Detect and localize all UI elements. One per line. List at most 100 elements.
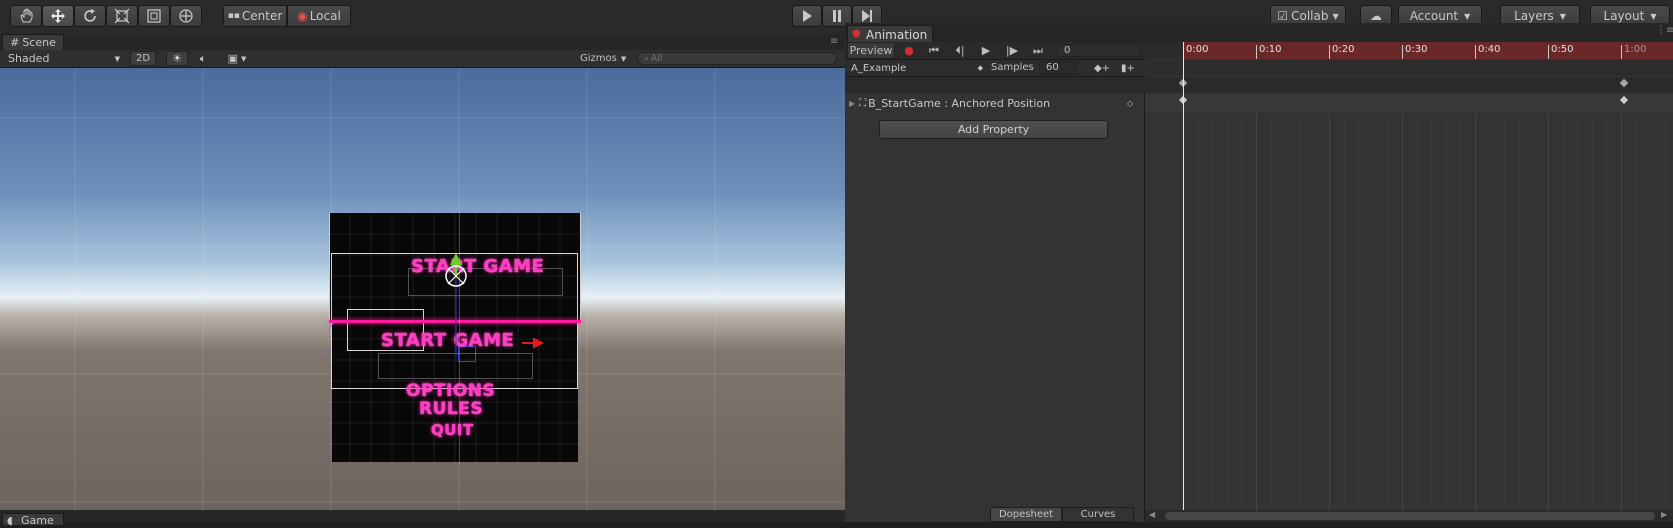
chevron-down-icon: ▼ <box>241 54 247 63</box>
tab-curves[interactable]: Curves <box>1062 507 1134 522</box>
timeline-grid-line <box>1212 114 1214 510</box>
hierarchy-search-input[interactable]: ⌕ All <box>637 52 837 65</box>
timeline-tick-mark <box>1475 45 1476 59</box>
preview-label: Preview <box>849 44 893 57</box>
image-icon: ▣ <box>227 52 238 65</box>
add-property-label: Add Property <box>957 123 1030 136</box>
timeline-ruler[interactable]: 0:00 0:10 0:20 0:30 0:40 0:50 1:00 <box>1145 42 1673 59</box>
hand-tool-button[interactable] <box>10 5 42 27</box>
shading-mode-dropdown[interactable]: Shaded ▼ <box>4 51 124 66</box>
frame-field[interactable]: 0 <box>1057 44 1141 57</box>
tab-scene[interactable]: # Scene <box>2 34 64 50</box>
gizmos-dropdown[interactable]: Gizmos ▼ <box>580 51 636 66</box>
timeline-tick-label: 0:40 <box>1478 44 1501 55</box>
search-placeholder: All <box>651 53 663 64</box>
2d-mode-toggle[interactable]: 2D <box>130 51 156 66</box>
frame-value: 0 <box>1064 45 1071 56</box>
audio-toggle[interactable]: 🔈︎ <box>192 51 214 66</box>
timeline-scrollbar-thumb[interactable] <box>1165 512 1655 520</box>
transform-tool-icon <box>179 9 193 23</box>
rect-tool-button[interactable] <box>138 5 170 27</box>
account-label: Account <box>1409 9 1459 23</box>
add-event-icon: ▮+ <box>1121 62 1135 74</box>
move-tool-button[interactable] <box>42 5 74 27</box>
scroll-right-icon[interactable]: ▶ <box>1661 510 1667 519</box>
keyframe-diamond-icon: ◇ <box>1127 99 1134 108</box>
anchor-handle[interactable] <box>318 318 348 358</box>
preview-toggle[interactable]: Preview <box>847 42 895 59</box>
cloud-icon: ☁ <box>1370 9 1382 23</box>
timeline-tick-label: 0:20 <box>1332 44 1355 55</box>
step-icon <box>862 10 872 22</box>
timeline-grid-line <box>1226 114 1228 510</box>
play-animation-button[interactable]: ▶ <box>973 42 999 59</box>
layers-label: Layers <box>1514 9 1554 23</box>
timeline-grid-line <box>1431 114 1433 510</box>
timeline-grid-line <box>1329 114 1330 510</box>
menu-rules[interactable]: RULES <box>419 399 483 419</box>
timeline-grid-line <box>1197 114 1199 510</box>
scene-tab-label: Scene <box>22 36 56 49</box>
timeline-grid-line <box>1664 114 1666 510</box>
menu-options[interactable]: OPTIONS <box>406 381 495 401</box>
chevron-down-icon: ▼ <box>1559 11 1566 21</box>
game-tab-bar <box>0 510 845 522</box>
rotate-tool-button[interactable] <box>74 5 106 27</box>
scene-hash-icon: # <box>10 36 20 49</box>
scroll-left-icon[interactable]: ◀ <box>1149 510 1155 519</box>
transform-tool-button[interactable] <box>170 5 202 27</box>
samples-field[interactable]: 60 <box>1039 61 1077 75</box>
timeline-tick-label: 0:50 <box>1551 44 1574 55</box>
timeline-tick-mark <box>1621 45 1622 59</box>
curves-label: Curves <box>1080 509 1116 520</box>
hand-tool-icon <box>20 8 33 23</box>
animation-icon: ● <box>852 28 861 39</box>
rect-tool-icon <box>147 9 161 23</box>
timeline-grid-line <box>1299 114 1301 510</box>
prev-keyframe-button[interactable]: ⏴︎| <box>947 42 973 59</box>
animation-controls-bar: Preview ● ⏮ ⏴︎| ▶ |▶ ⏭ 0 <box>845 42 1145 60</box>
move-gizmo[interactable] <box>430 253 550 363</box>
panel-menu-icon[interactable]: ⋮≡ <box>1656 25 1673 36</box>
timeline-grid-line <box>1635 114 1637 510</box>
panel-menu-icon[interactable]: ≡ <box>830 36 838 47</box>
timeline-grid-line <box>1591 114 1593 510</box>
scale-tool-button[interactable] <box>106 5 138 27</box>
chevron-down-icon: ▼ <box>1650 11 1657 21</box>
timeline-grid-line <box>1387 114 1389 510</box>
playhead[interactable] <box>1183 42 1184 510</box>
add-property-button[interactable]: Add Property <box>879 120 1108 139</box>
timeline-tick-label: 0:10 <box>1259 44 1282 55</box>
timeline-grid-line <box>1518 114 1520 510</box>
clip-dropdown[interactable]: A_Example ◆ <box>851 60 983 76</box>
effects-dropdown[interactable]: ▣ ▼ <box>220 51 254 66</box>
pivot-space-toggle[interactable]: ◉ Local <box>287 5 351 27</box>
scene-options-bar: Shaded ▼ 2D ☀ 🔈︎ ▣ ▼ Gizmos ▼ ⌕ All <box>0 50 845 68</box>
timeline-grid-line <box>1402 114 1403 510</box>
tab-animation[interactable]: ● Animation <box>847 25 933 43</box>
timeline-tick-mark <box>1256 45 1257 59</box>
record-button[interactable]: ● <box>899 42 919 59</box>
property-row[interactable]: ▶ ⛶ B_StartGame : Anchored Position ◇ <box>845 94 1145 113</box>
scene-viewport[interactable]: START GAME START GAME OPTIONS RULES QUIT <box>0 68 845 510</box>
last-keyframe-button[interactable]: ⏭ <box>1025 42 1051 59</box>
dopesheet-area[interactable]: 0:00 0:10 0:20 0:30 0:40 0:50 1:00 ◀ ▶ <box>1145 42 1673 522</box>
timeline-tick-mark <box>1402 45 1403 59</box>
tab-game[interactable]: ◖ Game <box>2 513 64 527</box>
timeline-scrollbar-track: ◀ ▶ <box>1145 510 1673 522</box>
add-keyframe-button[interactable]: ◆+ <box>1091 61 1113 75</box>
property-keyframes-row <box>1145 94 1673 113</box>
tab-dopesheet[interactable]: Dopesheet <box>990 507 1062 522</box>
summary-row <box>845 77 1145 93</box>
add-event-button[interactable]: ▮+ <box>1117 61 1139 75</box>
menu-quit[interactable]: QUIT <box>431 421 474 439</box>
timeline-grid-line <box>1358 114 1360 510</box>
expand-arrow-icon: ▶ <box>849 99 856 108</box>
first-keyframe-button[interactable]: ⏮ <box>921 42 947 59</box>
play-button[interactable] <box>792 5 822 27</box>
lighting-toggle[interactable]: ☀ <box>166 51 188 66</box>
next-keyframe-button[interactable]: |▶ <box>999 42 1025 59</box>
summary-keyframes-row <box>1145 77 1673 93</box>
timeline-grid-line <box>1475 114 1476 510</box>
pivot-center-toggle[interactable]: ▪▪ Center <box>223 5 287 27</box>
